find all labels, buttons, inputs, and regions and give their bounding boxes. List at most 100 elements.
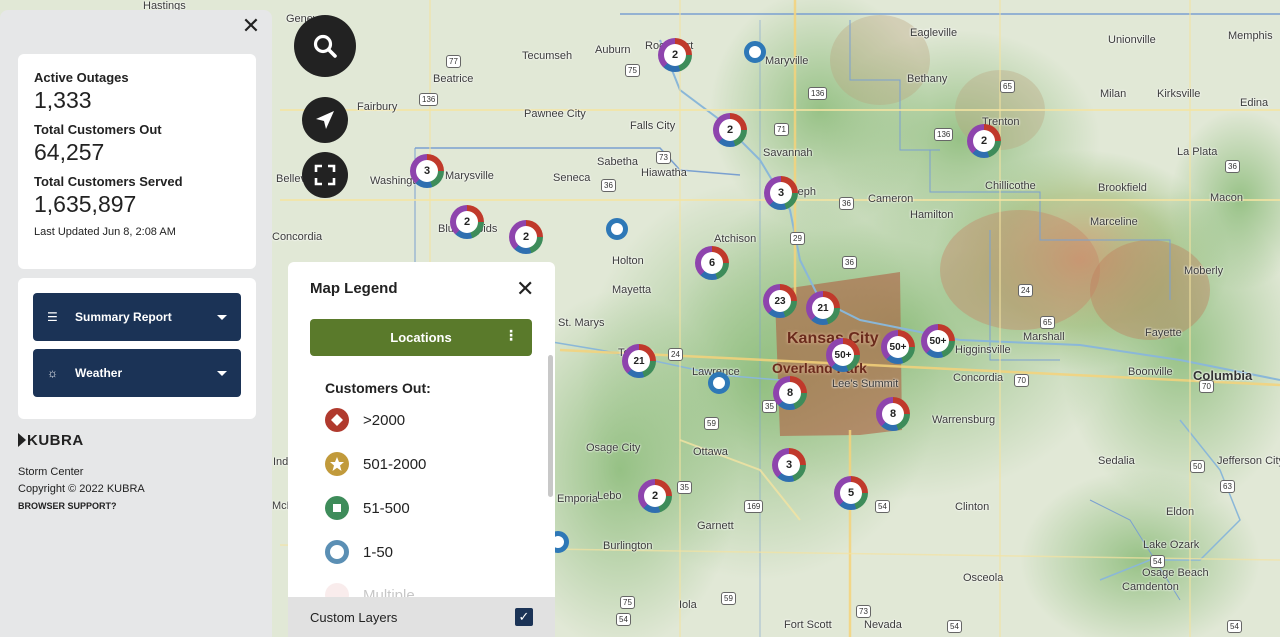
place-label: Eldon [1166, 506, 1195, 518]
sun-cloud-icon: ☼ [47, 366, 58, 380]
outage-cluster[interactable]: 2 [658, 38, 692, 72]
custom-layers-checkbox[interactable]: ✓ [515, 608, 533, 626]
fullscreen-button[interactable] [302, 152, 348, 198]
place-label: Garnett [697, 520, 734, 532]
highway-shield: 54 [947, 620, 962, 633]
cluster-count: 50+ [927, 330, 949, 352]
outage-cluster[interactable]: 21 [806, 291, 840, 325]
legend-item-label: >2000 [363, 411, 406, 429]
outage-cluster[interactable]: 50+ [881, 330, 915, 364]
map-legend: Map Legend ✕ Locations ⋮ Customers Out: … [288, 262, 555, 637]
outage-cluster[interactable]: 8 [876, 397, 910, 431]
summary-report-button[interactable]: ☰ Summary Report [33, 293, 241, 341]
cluster-count: 50+ [832, 344, 854, 366]
outage-marker[interactable] [708, 372, 730, 394]
highway-shield: 73 [656, 151, 671, 164]
place-label: Higginsville [955, 344, 1011, 356]
outage-cluster[interactable]: 21 [622, 344, 656, 378]
search-button[interactable] [294, 15, 356, 77]
place-label: Chillicothe [985, 180, 1036, 192]
cluster-count: 2 [515, 226, 537, 248]
outage-cluster[interactable]: 2 [638, 479, 672, 513]
outage-cluster[interactable]: 50+ [921, 324, 955, 358]
customers-out-value: 64,257 [34, 139, 105, 165]
outage-marker[interactable] [606, 218, 628, 240]
custom-layers-row[interactable]: Custom Layers ✓ [288, 597, 555, 637]
place-label: Lee's Summit [832, 378, 899, 390]
cluster-count: 5 [840, 482, 862, 504]
highway-shield: 35 [677, 481, 692, 494]
list-icon: ☰ [47, 310, 58, 324]
panel-close-button[interactable]: ✕ [240, 15, 262, 38]
legend-title: Map Legend [310, 280, 398, 297]
place-label: Macon [1210, 192, 1244, 204]
place-label: Burlington [603, 540, 653, 552]
highway-shield: 36 [839, 197, 854, 210]
cluster-count: 2 [644, 485, 666, 507]
place-label: Sabetha [597, 156, 638, 168]
cluster-count: 50+ [887, 336, 909, 358]
fullscreen-icon [314, 164, 336, 186]
place-label: Iola [679, 599, 697, 611]
outage-cluster[interactable]: 2 [713, 113, 747, 147]
place-label: Seneca [553, 172, 591, 184]
highway-shield: 73 [856, 605, 871, 618]
place-label: Cameron [868, 193, 914, 205]
highway-shield: 54 [1227, 620, 1242, 633]
legend-item: 51-500 [325, 495, 410, 521]
place-label: Hamilton [910, 209, 954, 221]
highway-shield: 54 [875, 500, 890, 513]
highway-shield: 50 [1190, 460, 1205, 473]
storm-center-app: Hastings Geneva Tecumseh Auburn Rock Por… [0, 0, 1280, 637]
highway-shield: 59 [721, 592, 736, 605]
navigation-arrow-icon [316, 111, 334, 129]
last-updated: Last Updated Jun 8, 2:08 AM [34, 226, 176, 238]
legend-scrollbar[interactable] [548, 355, 553, 497]
square-icon [325, 496, 349, 520]
place-label: Osage City [586, 442, 641, 454]
highway-shield: 169 [744, 500, 764, 513]
weather-button[interactable]: ☼ Weather [33, 349, 241, 397]
legend-close-button[interactable]: ✕ [516, 276, 534, 302]
place-label: Hiawatha [641, 167, 687, 179]
outage-cluster[interactable]: 6 [695, 246, 729, 280]
place-label: Mayetta [612, 284, 652, 296]
cluster-count: 21 [628, 350, 650, 372]
place-label: Beatrice [433, 73, 474, 85]
locate-button[interactable] [302, 97, 348, 143]
more-options-icon[interactable]: ⋮ [504, 328, 518, 342]
highway-shield: 71 [774, 123, 789, 136]
outage-cluster[interactable]: 3 [410, 154, 444, 188]
browser-support-link[interactable]: BROWSER SUPPORT? [18, 498, 145, 515]
legend-item-label: 1-50 [363, 543, 394, 561]
outage-cluster[interactable]: 3 [772, 448, 806, 482]
outage-cluster[interactable]: 3 [764, 176, 798, 210]
summary-report-label: Summary Report [75, 310, 172, 324]
kubra-logo[interactable]: KUBRA [18, 432, 84, 449]
outage-cluster[interactable]: 5 [834, 476, 868, 510]
cluster-count: 3 [416, 160, 438, 182]
cluster-count: 6 [701, 252, 723, 274]
highway-shield: 70 [1199, 380, 1214, 393]
place-label: Concordia [272, 231, 323, 243]
highway-shield: 65 [1040, 316, 1055, 329]
outage-cluster[interactable]: 2 [967, 124, 1001, 158]
customers-served-label: Total Customers Served [34, 174, 183, 189]
place-label: Osceola [963, 572, 1004, 584]
locations-label: Locations [390, 330, 452, 345]
outage-cluster[interactable]: 50+ [826, 338, 860, 372]
outage-cluster[interactable]: 2 [450, 205, 484, 239]
place-label: Marshall [1023, 331, 1065, 343]
outage-marker[interactable] [744, 41, 766, 63]
place-label: Milan [1100, 88, 1127, 100]
cluster-count: 8 [779, 382, 801, 404]
place-label: St. Marys [558, 317, 605, 329]
highway-shield: 65 [1000, 80, 1015, 93]
place-label: Marceline [1090, 216, 1138, 228]
outage-cluster[interactable]: 2 [509, 220, 543, 254]
place-label: Atchison [714, 233, 757, 245]
outage-cluster[interactable]: 8 [773, 376, 807, 410]
outage-cluster[interactable]: 23 [763, 284, 797, 318]
place-label: Nevada [864, 619, 902, 631]
locations-button[interactable]: Locations ⋮ [310, 319, 532, 356]
